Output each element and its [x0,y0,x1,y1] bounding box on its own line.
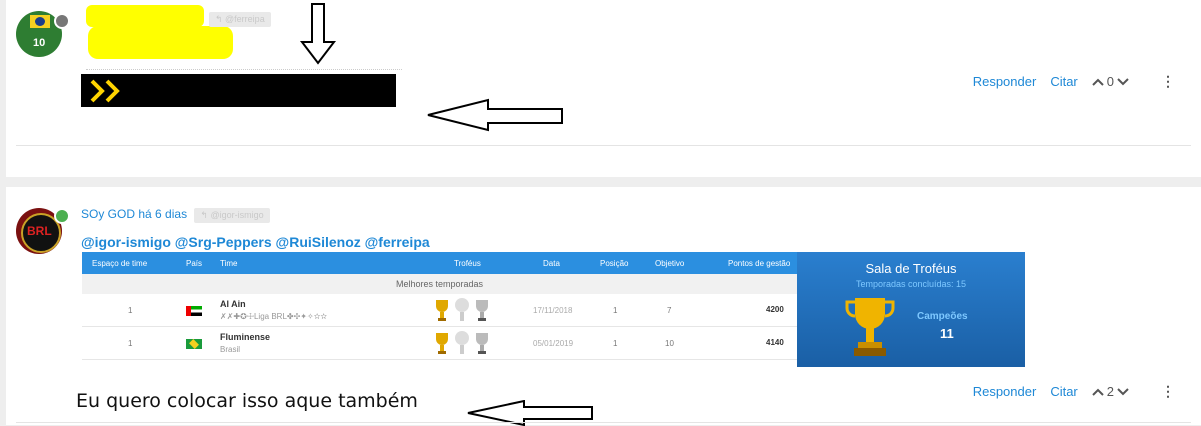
post-time[interactable]: há 6 dias [138,207,187,221]
reply-button[interactable]: Responder [973,74,1037,89]
col-objective: Objetivo [655,259,685,268]
quote-button[interactable]: Citar [1050,384,1077,399]
reply-to-tag[interactable]: ↰ @ferreipa [209,12,271,27]
champions-label: Campeões [917,311,968,322]
col-team-space: Espaço de time [92,259,148,268]
status-indicator [54,13,70,29]
champions-count: 11 [940,326,954,341]
status-indicator [54,208,70,224]
post-header: SOy GOD há 6 dias ↰ @igor-ismigo [81,207,270,223]
trophy-icons [432,329,492,359]
trophy-room-title: Sala de Troféus [865,261,957,276]
vote-count: 0 [1106,74,1114,89]
table-header: Espaço de time País Time Troféus Data Po… [82,252,797,274]
post-actions: Responder Citar 0 ⋮ [973,73,1175,90]
redacted-username [86,5,204,27]
flag-icon [186,306,202,316]
col-date: Data [543,259,560,268]
chevron-up-icon[interactable] [1092,77,1104,87]
vote-control: 2 [1092,384,1129,399]
col-trophies: Troféus [454,259,481,268]
table-row: 1 Al Ain ✗✗✚✪☩Liga BRL✤✣✦✧✫✫ 17/11/2018 … [82,294,797,327]
vote-count: 2 [1106,384,1114,399]
post-2: BRL SOy GOD há 6 dias ↰ @igor-ismigo @ig… [6,187,1201,426]
more-options-icon[interactable]: ⋮ [1161,383,1175,400]
post-divider [16,145,1191,146]
vote-control: 0 [1092,74,1129,89]
trophy-room-panel: Sala de Troféus Temporadas concluídas: 1… [797,252,1025,367]
redacted-text [88,26,233,59]
section-label: Melhores temporadas [82,274,797,294]
dotted-separator [86,69,402,70]
trophy-icon [845,298,895,356]
annotation-text: Eu quero colocar isso aque também [76,390,418,412]
trophy-room-subtitle: Temporadas concluídas: 15 [855,279,967,289]
post-divider [16,422,1191,423]
more-options-icon[interactable]: ⋮ [1161,73,1175,90]
trophy-icons [432,296,492,326]
mentions-line[interactable]: @igor-ismigo @Srg-Peppers @RuiSilenoz @f… [81,234,430,250]
quote-button[interactable]: Citar [1050,74,1077,89]
signature-banner [81,74,396,107]
avatar-number: 10 [33,37,46,49]
arrow-down-annotation [299,3,337,65]
chevron-up-icon[interactable] [1092,387,1104,397]
trophy-table-image: Espaço de time País Time Troféus Data Po… [82,252,797,367]
col-country: País [186,259,203,268]
arrow-left-annotation [427,98,563,132]
col-points: Pontos de gestão [728,259,791,268]
avatar-label: BRL [27,224,52,238]
col-position: Posição [600,259,629,268]
post-actions: Responder Citar 2 ⋮ [973,383,1175,400]
col-team: Time [220,259,238,268]
author-name[interactable]: SOy GOD [81,207,135,221]
reply-to-tag[interactable]: ↰ @igor-ismigo [194,208,270,223]
chevron-down-icon[interactable] [1117,77,1129,87]
reply-button[interactable]: Responder [973,384,1037,399]
post-1: 10 ↰ @ferreipa Responder Citar 0 ⋮ [6,0,1201,177]
table-row: 1 Fluminense Brasil 05/01/2019 1 10 4140 [82,327,797,360]
chevron-down-icon[interactable] [1117,387,1129,397]
chevron-double-icon [90,79,120,103]
